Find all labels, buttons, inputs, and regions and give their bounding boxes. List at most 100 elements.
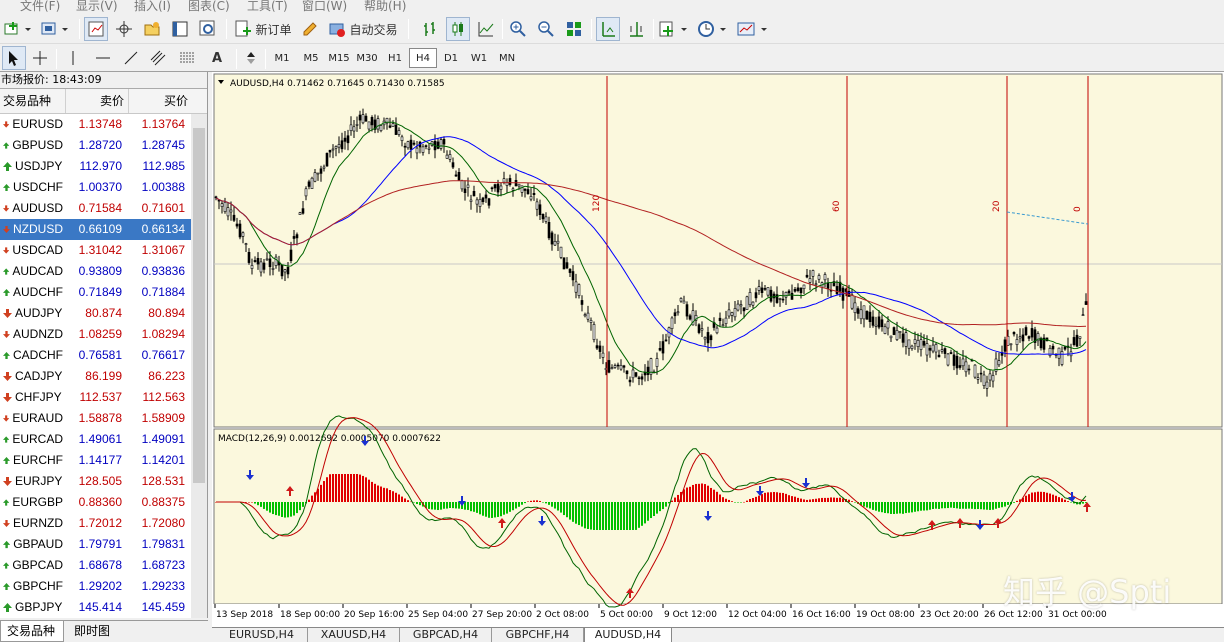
zoom-in-button[interactable] — [506, 17, 530, 41]
market-watch-row[interactable]: NZDUSD 0.66109 0.66134 — [0, 219, 207, 240]
candle-bull — [703, 336, 707, 340]
navigator-button[interactable] — [140, 17, 164, 41]
menu-window[interactable]: 窗口(W) — [302, 0, 347, 14]
market-watch-row[interactable]: EURGBP 0.88360 0.88375 — [0, 492, 207, 513]
market-watch-row[interactable]: GBPCAD 1.68678 1.68723 — [0, 555, 207, 576]
macd-histogram-bar — [731, 501, 733, 502]
new-order-button[interactable]: 新订单 — [232, 17, 294, 41]
market-watch-row[interactable]: USDJPY 112.970 112.985 — [0, 156, 207, 177]
tab-symbols[interactable]: 交易品种 — [0, 621, 64, 642]
templates-button[interactable] — [735, 17, 771, 41]
col-ask[interactable]: 买价 — [129, 89, 192, 113]
bar-chart-button[interactable] — [418, 17, 442, 41]
market-watch-row[interactable]: GBPCHF 1.29202 1.29233 — [0, 576, 207, 597]
vertical-line-tool[interactable] — [62, 46, 84, 70]
candle-bear — [280, 264, 284, 277]
metaeditor-button[interactable] — [298, 17, 322, 41]
profiles-button[interactable] — [38, 17, 72, 41]
strategy-tester-button[interactable] — [196, 17, 220, 41]
menu-file[interactable]: 文件(F) — [20, 0, 60, 14]
market-watch-row[interactable]: EURCAD 1.49061 1.49091 — [0, 429, 207, 450]
market-watch-row[interactable]: CHFJPY 112.537 112.563 — [0, 387, 207, 408]
macd-histogram-bar — [449, 502, 451, 509]
market-watch-row[interactable]: EURAUD 1.58878 1.58909 — [0, 408, 207, 429]
market-watch-row[interactable]: GBPJPY 145.414 145.459 — [0, 597, 207, 618]
chart-tab-gbpchf[interactable]: GBPCHF,H4 — [492, 628, 584, 642]
candlestick-button[interactable] — [446, 17, 470, 41]
auto-scroll-button[interactable] — [596, 17, 620, 41]
cursor-tool[interactable] — [2, 46, 26, 70]
tf-h4[interactable]: H4 — [409, 48, 437, 68]
new-chart-button[interactable] — [2, 17, 34, 41]
chart-canvas[interactable]: AUDUSD,H4 0.71462 0.71645 0.71430 0.7158… — [212, 72, 1224, 627]
trendline-tool[interactable] — [120, 46, 142, 70]
market-watch-row[interactable]: CADCHF 0.76581 0.76617 — [0, 345, 207, 366]
menu-insert[interactable]: 插入(I) — [134, 0, 171, 14]
col-bid[interactable]: 卖价 — [66, 89, 129, 113]
tile-windows-button[interactable] — [562, 17, 586, 41]
tf-w1[interactable]: W1 — [465, 48, 493, 68]
market-watch-row[interactable]: GBPUSD 1.28720 1.28745 — [0, 135, 207, 156]
candle-bull — [823, 274, 827, 281]
menu-view[interactable]: 显示(V) — [76, 0, 118, 14]
data-window-button[interactable] — [112, 17, 136, 41]
chart-shift-button[interactable] — [624, 17, 648, 41]
menu-tools[interactable]: 工具(T) — [247, 0, 288, 14]
candle-bull — [478, 199, 482, 207]
market-watch-row[interactable]: USDCHF 1.00370 1.00388 — [0, 177, 207, 198]
tf-m30[interactable]: M30 — [353, 48, 381, 68]
text-tool[interactable]: A — [206, 46, 228, 70]
periods-button[interactable] — [696, 17, 730, 41]
tf-m15[interactable]: M15 — [325, 48, 353, 68]
tf-d1[interactable]: D1 — [437, 48, 465, 68]
scrollbar-thumb[interactable] — [193, 128, 205, 483]
market-watch-row[interactable]: AUDNZD 1.08259 1.08294 — [0, 324, 207, 345]
market-watch-row[interactable]: CADJPY 86.199 86.223 — [0, 366, 207, 387]
horizontal-line-tool[interactable] — [92, 46, 114, 70]
candle-bull — [679, 298, 683, 302]
col-symbol[interactable]: 交易品种 — [0, 89, 66, 113]
terminal-button[interactable] — [168, 17, 192, 41]
menu-charts[interactable]: 图表(C) — [188, 0, 230, 14]
tf-m1[interactable]: M1 — [268, 48, 296, 68]
market-watch-toggle[interactable] — [84, 17, 108, 41]
macd-histogram-bar — [641, 502, 643, 526]
candle-bull — [574, 281, 578, 293]
market-watch-row[interactable]: AUDJPY 80.874 80.894 — [0, 303, 207, 324]
market-watch-row[interactable]: USDCAD 1.31042 1.31067 — [0, 240, 207, 261]
channel-tool[interactable] — [148, 46, 170, 70]
chart-window[interactable]: AUDUSD,H4 0.71462 0.71645 0.71430 0.7158… — [212, 72, 1224, 627]
tab-tick-chart[interactable]: 即时图 — [68, 621, 116, 642]
market-watch-row[interactable]: EURJPY 128.505 128.531 — [0, 471, 207, 492]
market-watch-row[interactable]: EURUSD 1.13748 1.13764 — [0, 114, 207, 135]
market-watch-row[interactable]: GBPAUD 1.79791 1.79831 — [0, 534, 207, 555]
candle-bear — [442, 139, 446, 145]
chart-tab-eurusd[interactable]: EURUSD,H4 — [216, 628, 308, 642]
chart-tab-audusd[interactable]: AUDUSD,H4 — [584, 628, 672, 642]
candle-bear — [262, 262, 266, 270]
chart-tab-gbpcad[interactable]: GBPCAD,H4 — [400, 628, 492, 642]
auto-trading-button[interactable]: 自动交易 — [326, 17, 400, 41]
menu-help[interactable]: 帮助(H) — [364, 0, 406, 14]
fibonacci-tool[interactable] — [176, 46, 198, 70]
market-watch-row[interactable]: AUDCHF 0.71849 0.71884 — [0, 282, 207, 303]
line-chart-button[interactable] — [474, 17, 498, 41]
macd-histogram-bar — [866, 502, 868, 508]
tf-h1[interactable]: H1 — [381, 48, 409, 68]
tf-m5[interactable]: M5 — [297, 48, 325, 68]
market-watch-row[interactable]: EURNZD 1.72012 1.72080 — [0, 513, 207, 534]
arrows-tool[interactable] — [240, 46, 262, 70]
market-watch-row[interactable]: EURCHF 1.14177 1.14201 — [0, 450, 207, 471]
chart-tab-xauusd[interactable]: XAUUSD,H4 — [308, 628, 400, 642]
macd-histogram-bar — [485, 502, 487, 517]
indicators-button[interactable] — [657, 17, 691, 41]
market-watch-scrollbar[interactable] — [191, 114, 207, 618]
candle-bull — [415, 147, 419, 154]
market-watch-row[interactable]: AUDCAD 0.93809 0.93836 — [0, 261, 207, 282]
tf-mn[interactable]: MN — [493, 48, 521, 68]
zoom-out-button[interactable] — [534, 17, 558, 41]
macd-histogram-bar — [464, 502, 466, 510]
crosshair-tool[interactable] — [28, 46, 52, 70]
market-watch-row[interactable]: AUDUSD 0.71584 0.71601 — [0, 198, 207, 219]
candle-bear — [718, 317, 722, 321]
